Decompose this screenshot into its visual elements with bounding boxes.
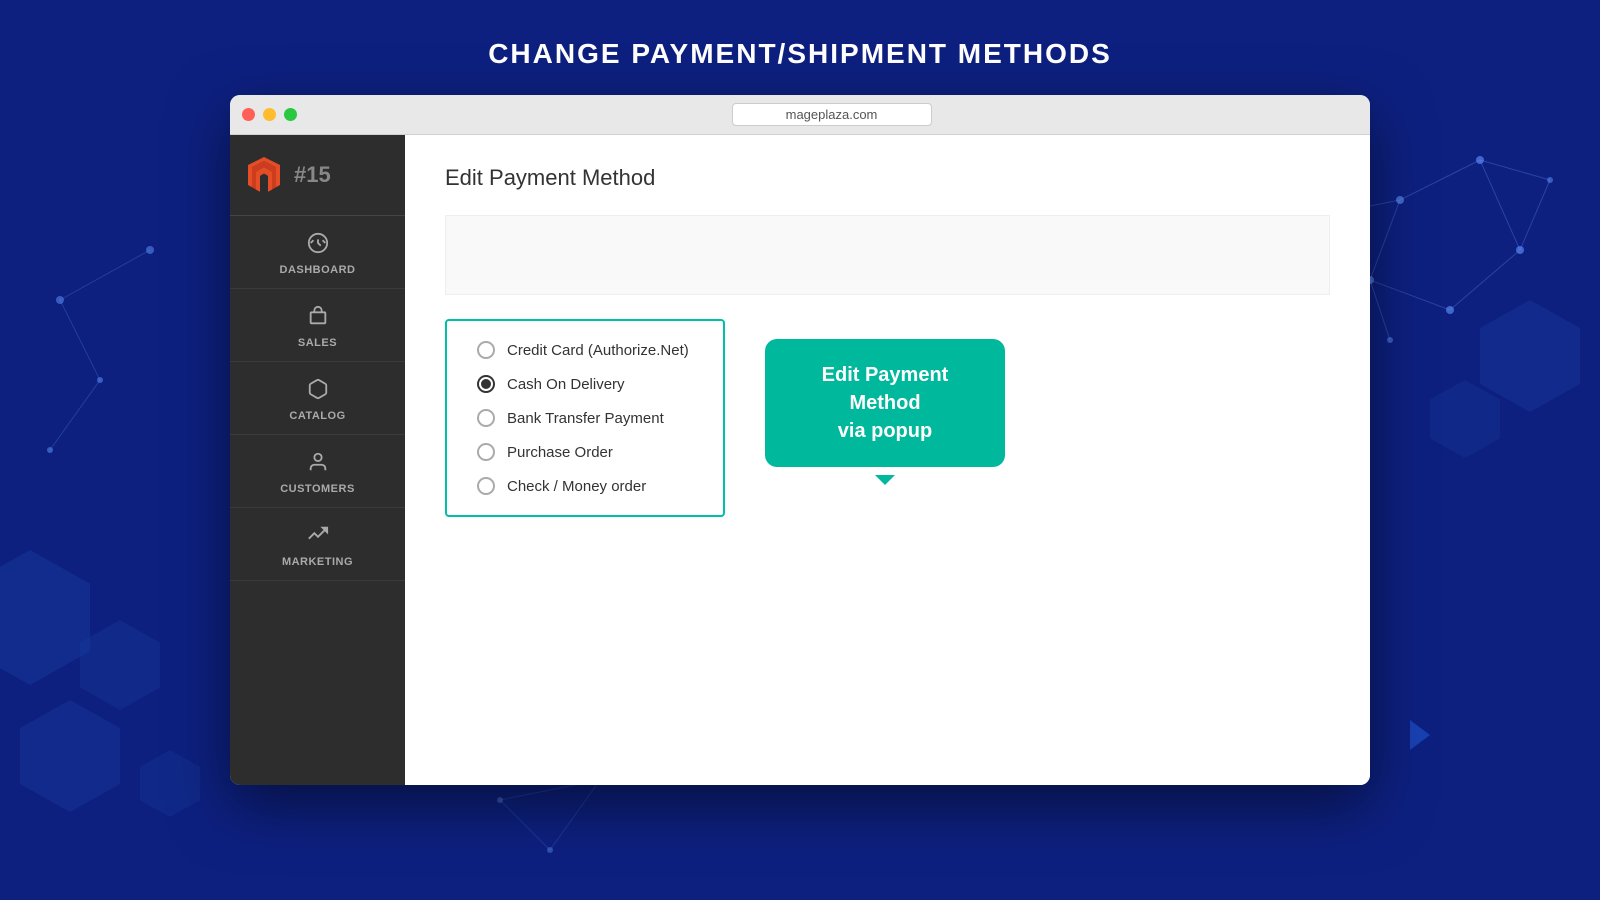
sidebar-item-dashboard[interactable]: DASHBOARD: [230, 216, 405, 289]
url-text[interactable]: mageplaza.com: [732, 103, 932, 126]
sidebar-item-customers[interactable]: CUSTOMERS: [230, 435, 405, 508]
payment-option-purchase-order[interactable]: Purchase Order: [477, 443, 693, 461]
tooltip-bubble: Edit Payment Method via popup: [765, 339, 1005, 467]
customers-label: CUSTOMERS: [280, 483, 355, 495]
payment-option-credit-card[interactable]: Credit Card (Authorize.Net): [477, 341, 693, 359]
payment-option-check-money[interactable]: Check / Money order: [477, 477, 693, 495]
browser-url-bar: mageplaza.com: [305, 103, 1358, 126]
sidebar-item-catalog[interactable]: CATALOG: [230, 362, 405, 435]
edit-payment-title: Edit Payment Method: [445, 165, 1330, 191]
catalog-label: CATALOG: [289, 410, 345, 422]
payment-label-check-money: Check / Money order: [507, 478, 646, 495]
payment-options-box: Credit Card (Authorize.Net) Cash On Deli…: [445, 319, 725, 517]
sidebar-item-marketing[interactable]: MARKETING: [230, 508, 405, 581]
radio-check-money[interactable]: [477, 477, 495, 495]
browser-body: #15 DASHBOARD: [230, 135, 1370, 785]
tooltip-text-line2: via popup: [838, 420, 932, 442]
payment-label-bank-transfer: Bank Transfer Payment: [507, 410, 664, 427]
sidebar-logo: #15: [230, 135, 405, 216]
marketing-icon: [307, 524, 329, 552]
browser-window: mageplaza.com #15: [230, 95, 1370, 785]
payment-option-cash-delivery[interactable]: Cash On Delivery: [477, 375, 693, 393]
traffic-light-red[interactable]: [242, 108, 255, 121]
payment-option-bank-transfer[interactable]: Bank Transfer Payment: [477, 409, 693, 427]
magento-logo-icon: [242, 153, 286, 197]
dashboard-icon: [307, 232, 329, 260]
catalog-icon: [307, 378, 329, 406]
radio-credit-card[interactable]: [477, 341, 495, 359]
sidebar-item-sales[interactable]: SALES: [230, 289, 405, 362]
tooltip-text-line1: Edit Payment Method: [822, 364, 949, 414]
popup-area: Credit Card (Authorize.Net) Cash On Deli…: [445, 319, 1330, 517]
radio-cash-delivery[interactable]: [477, 375, 495, 393]
traffic-light-yellow[interactable]: [263, 108, 276, 121]
marketing-label: MARKETING: [282, 556, 353, 568]
page-title: CHANGE PAYMENT/SHIPMENT METHODS: [488, 38, 1112, 70]
top-placeholder-area: [445, 215, 1330, 295]
sidebar: #15 DASHBOARD: [230, 135, 405, 785]
payment-label-cash-delivery: Cash On Delivery: [507, 376, 625, 393]
traffic-light-green[interactable]: [284, 108, 297, 121]
dashboard-label: DASHBOARD: [280, 264, 356, 276]
radio-bank-transfer[interactable]: [477, 409, 495, 427]
radio-purchase-order[interactable]: [477, 443, 495, 461]
payment-label-credit-card: Credit Card (Authorize.Net): [507, 342, 689, 359]
customers-icon: [307, 451, 329, 479]
sales-icon: [307, 305, 329, 333]
main-content: Edit Payment Method Credit Card (Authori…: [405, 135, 1370, 785]
sales-label: SALES: [298, 337, 337, 349]
order-number: #15: [294, 162, 331, 188]
payment-label-purchase-order: Purchase Order: [507, 444, 613, 461]
browser-chrome: mageplaza.com: [230, 95, 1370, 135]
